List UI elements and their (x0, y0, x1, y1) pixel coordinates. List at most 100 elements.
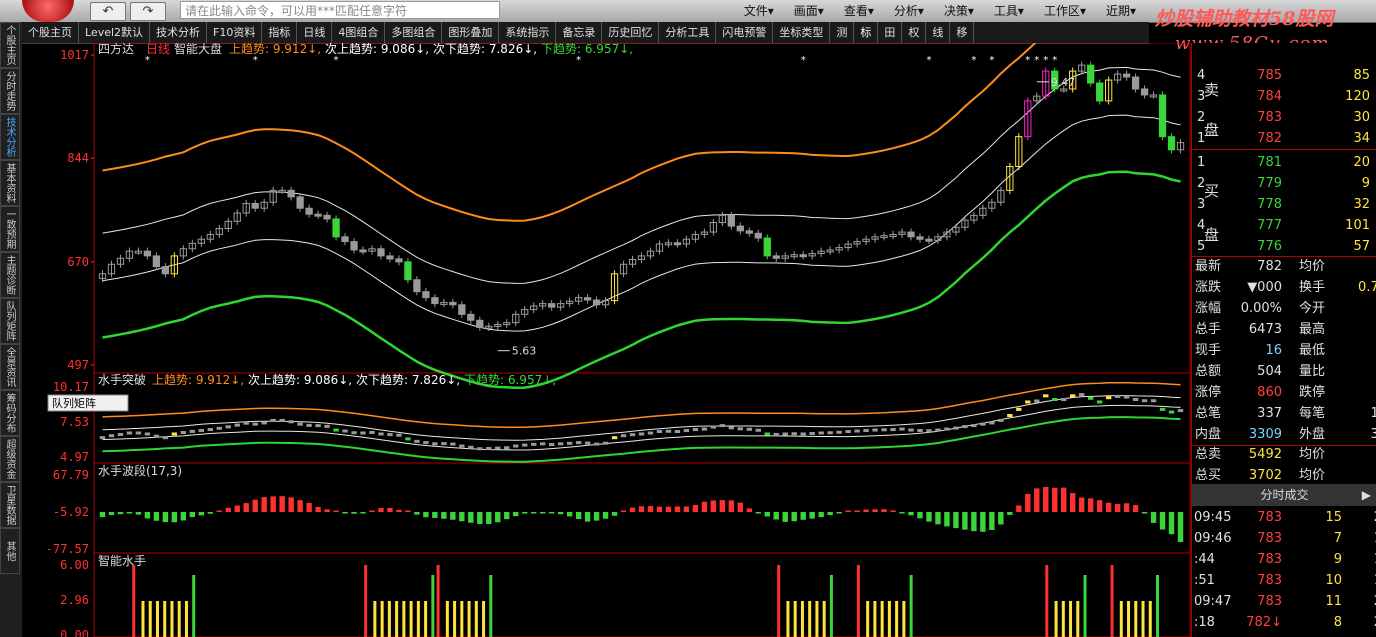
left-tab-0[interactable]: 个股主页 (0, 22, 20, 68)
sub2-bar (243, 503, 249, 512)
app-logo-icon[interactable] (22, 0, 74, 22)
sub2-bar (387, 507, 393, 512)
play-icon[interactable]: ▶ (1362, 484, 1371, 506)
sub1-mark (468, 445, 474, 449)
left-tab-10[interactable]: 卫星数据 (0, 482, 20, 528)
toolbar-button-20[interactable]: 移 (950, 22, 975, 43)
toolbar-button-18[interactable]: 权 (902, 22, 927, 43)
toolbar-button-15[interactable]: 测 (830, 22, 855, 43)
menu-3[interactable]: 分析▾ (884, 0, 934, 22)
sub1-mark (243, 421, 249, 425)
back-button[interactable]: ↶ (90, 2, 126, 21)
toolbar-button-11[interactable]: 历史回忆 (602, 22, 660, 43)
stat-value: 337 (1257, 406, 1282, 421)
menu-2[interactable]: 查看▾ (834, 0, 884, 22)
sub1-mark (791, 432, 797, 436)
sub2-bar (1034, 488, 1040, 512)
toolbar-button-6[interactable]: 4图组合 (332, 22, 386, 43)
main-legend-item: 上趋势: 9.912↓, (229, 43, 321, 56)
left-tab-9[interactable]: 超级资金 (0, 436, 20, 482)
menu-6[interactable]: 工作区▾ (1034, 0, 1096, 22)
sub1-mark (1114, 394, 1121, 398)
tick-header[interactable]: 分时成交 ▶ (1192, 484, 1376, 506)
toolbar-button-0[interactable]: 个股主页 (22, 22, 79, 43)
left-tab-5[interactable]: 主题诊断 (0, 252, 20, 298)
sub2-bar (809, 512, 815, 519)
candle-body (1158, 94, 1167, 138)
left-tab-7[interactable]: 全景资讯 (0, 344, 20, 390)
sub1-legend-item: 次下趋势: 7.826↓, (356, 373, 460, 387)
watermark-title: 炒股辅助教材58股网 (1155, 8, 1334, 30)
star-marker: * (1034, 55, 1039, 66)
command-input[interactable]: 请在此输入命令，可以用***匹配任意字符 (180, 1, 500, 19)
toolbar-button-4[interactable]: 指标 (262, 22, 298, 43)
buy-price: 778 (1257, 197, 1282, 212)
sub2-bar (899, 512, 905, 514)
toolbar-button-1[interactable]: Level2默认 (79, 22, 151, 43)
sub3-green-bar (192, 575, 196, 637)
toolbar-button-14[interactable]: 坐标类型 (773, 22, 831, 43)
stat-label-2: 外盘 (1299, 427, 1326, 442)
sub1-mark (782, 432, 788, 436)
tick-price: 783 (1257, 594, 1282, 609)
left-tab-8[interactable]: 筹码分布 (0, 390, 20, 436)
toolbar-button-16[interactable]: 标 (854, 22, 879, 43)
left-tab-1[interactable]: 分时走势 (0, 68, 20, 114)
toolbar-button-5[interactable]: 日线 (297, 22, 333, 43)
tick-volume: 8 (1333, 615, 1342, 630)
toolbar-button-8[interactable]: 图形叠加 (442, 22, 500, 43)
left-tab-2[interactable]: 技术分析 (0, 114, 20, 160)
second-upper-trend-line (102, 66, 1181, 284)
forward-button[interactable]: ↷ (130, 2, 166, 21)
toolbar-button-17[interactable]: 田 (878, 22, 903, 43)
sub2-bar (171, 512, 178, 523)
left-tab-6[interactable]: 队列矩阵 (0, 298, 20, 344)
main-y-tick: 497 (67, 358, 89, 372)
left-tab-4[interactable]: 一致预期 (0, 206, 20, 252)
sub1-mark (531, 442, 537, 446)
sub2-bar (1123, 503, 1130, 512)
toolbar-button-2[interactable]: 技术分析 (150, 22, 208, 43)
sub1-mark (315, 424, 321, 428)
sell-volume: 30 (1353, 110, 1370, 125)
candle-body (458, 304, 466, 315)
menu-5[interactable]: 工具▾ (984, 0, 1034, 22)
sub1-mark (459, 444, 465, 448)
menu-1[interactable]: 画面▾ (784, 0, 834, 22)
sub3-yellow-bar (184, 601, 188, 637)
sub1-mark (171, 432, 178, 436)
sub3-yellow-bar (395, 601, 399, 637)
stat-row: 现手16最低7 (1192, 340, 1376, 361)
sub1-mark (1168, 410, 1175, 414)
left-tab-3[interactable]: 基本资料 (0, 160, 20, 206)
menu-0[interactable]: 文件▾ (734, 0, 784, 22)
candle-body (916, 236, 924, 240)
menu-4[interactable]: 决策▾ (934, 0, 984, 22)
menu-7[interactable]: 近期▾ (1096, 0, 1146, 22)
sub1-mark (450, 442, 456, 446)
buy-price: 776 (1257, 239, 1282, 254)
sub1-mark (522, 443, 528, 447)
sub3-yellow-bar (822, 601, 826, 637)
sub1-mark (836, 430, 842, 434)
toolbar-button-12[interactable]: 分析工具 (659, 22, 717, 43)
toolbar-button-13[interactable]: 闪电预警 (716, 22, 774, 43)
left-tab-11[interactable]: 其他 (0, 528, 20, 574)
stat-label-2: 每笔 (1299, 406, 1326, 421)
sub1-mark (504, 446, 510, 450)
toolbar-button-9[interactable]: 系统指示 (499, 22, 557, 43)
sub2-bar (513, 512, 519, 517)
sub3-red-bar (1110, 565, 1114, 637)
sub2-bar (117, 512, 124, 515)
toolbar-button-3[interactable]: F10资料 (207, 22, 263, 43)
candle-body (449, 301, 457, 306)
sub1-mark (665, 429, 672, 433)
toolbar-button-19[interactable]: 线 (926, 22, 951, 43)
stat-value-2: 19 (1370, 406, 1376, 421)
toolbar-button-10[interactable]: 备忘录 (556, 22, 603, 43)
sub2-bar (719, 500, 726, 512)
toolbar-button-7[interactable]: 多图组合 (385, 22, 443, 43)
sub1-mark (935, 428, 941, 432)
sub1-mark (944, 427, 950, 431)
stat-row: 总手6473最高7 (1192, 319, 1376, 340)
